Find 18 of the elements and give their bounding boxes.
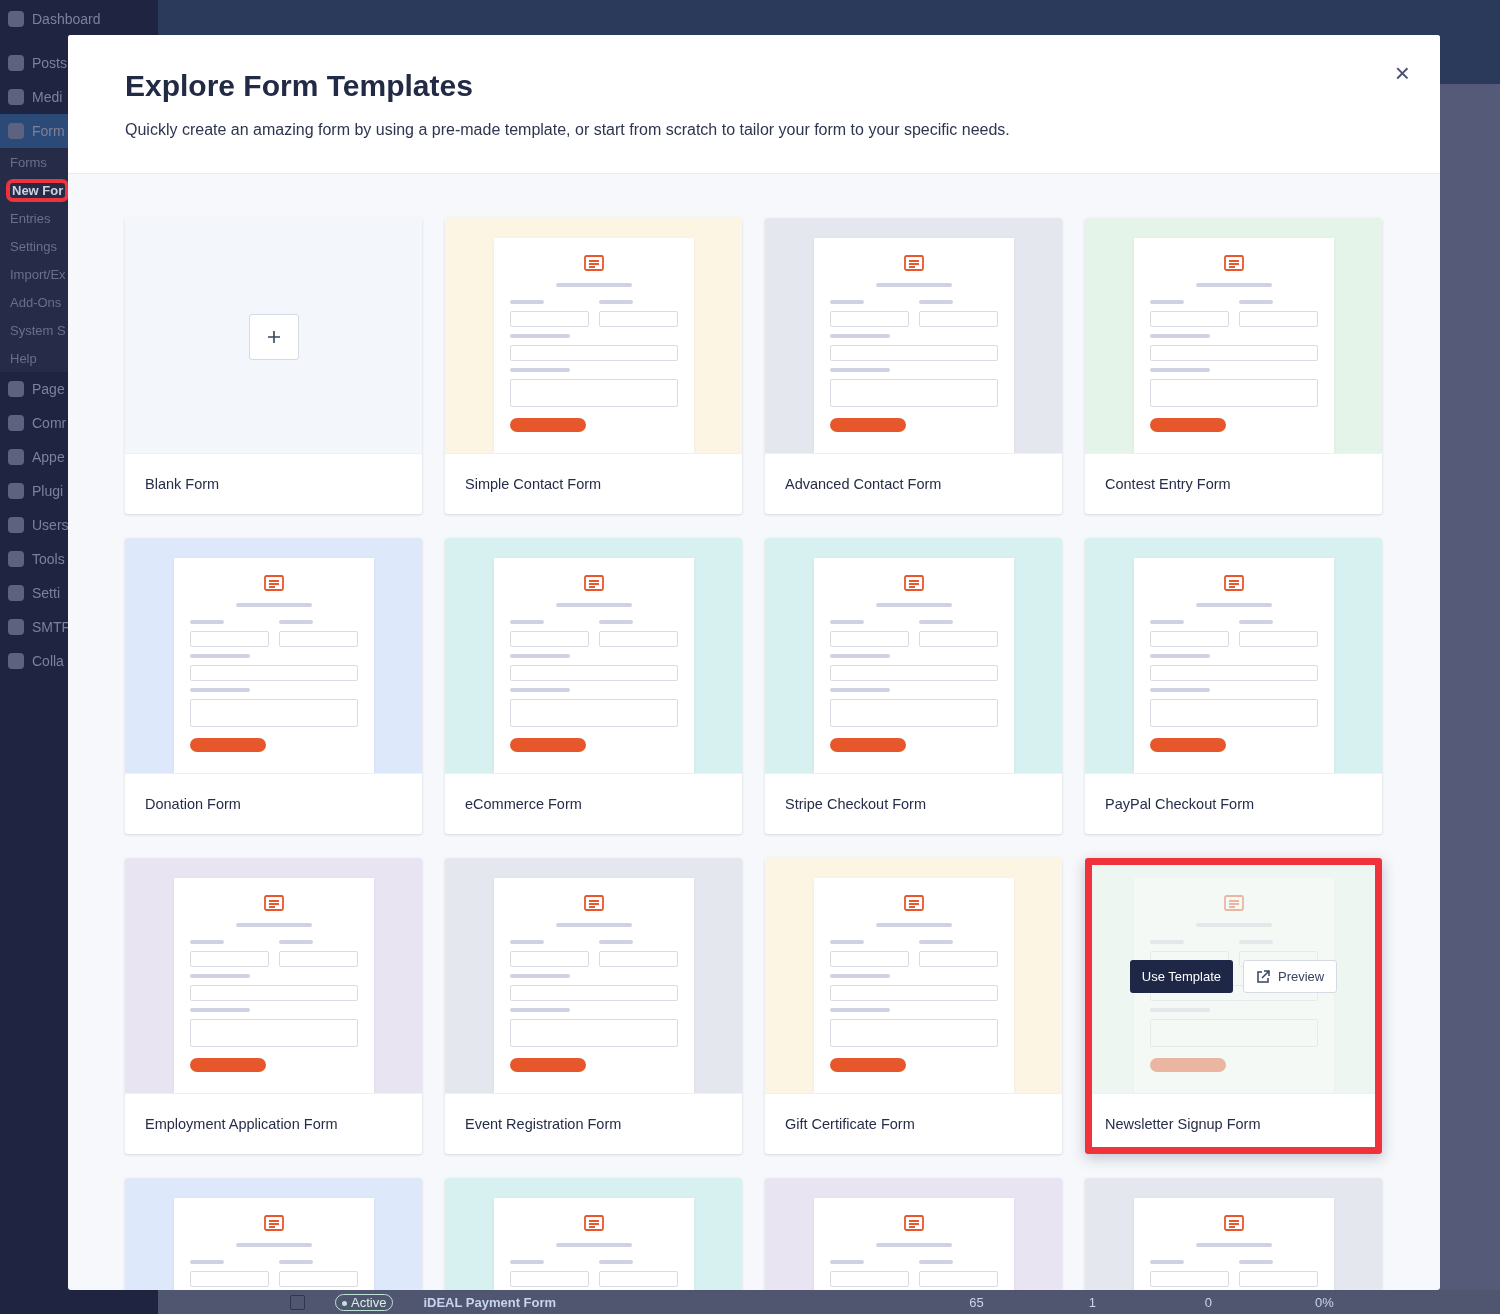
template-title: Event Registration Form [465,1116,622,1132]
template-title: Donation Form [145,796,241,812]
template-title: Blank Form [145,476,220,492]
modal-title: Explore Form Templates [125,69,474,103]
table-cell-text: 65 [968,1294,985,1310]
template-title: eCommerce Form [465,796,582,812]
template-title: Contest Entry Form [1105,476,1231,492]
template-title: PayPal Checkout Form [1105,796,1255,812]
template-title: Newsletter Signup Form [1105,1116,1261,1132]
template-title: Gift Certificate Form [785,1116,915,1132]
table-cell-text: 0 [1203,1294,1213,1310]
template-title: Advanced Contact Form [785,476,942,492]
template-title: Stripe Checkout Form [785,796,927,812]
modal-subtitle: Quickly create an amazing form by using a pre-made template, or start from scratch to tailor your form to your specific needs. [125,121,1011,139]
template-title: Simple Contact Form [465,476,602,492]
table-cell-text: 0% [1314,1294,1335,1310]
table-cell-text: 1 [1087,1294,1097,1310]
template-title: Employment Application Form [145,1116,338,1132]
